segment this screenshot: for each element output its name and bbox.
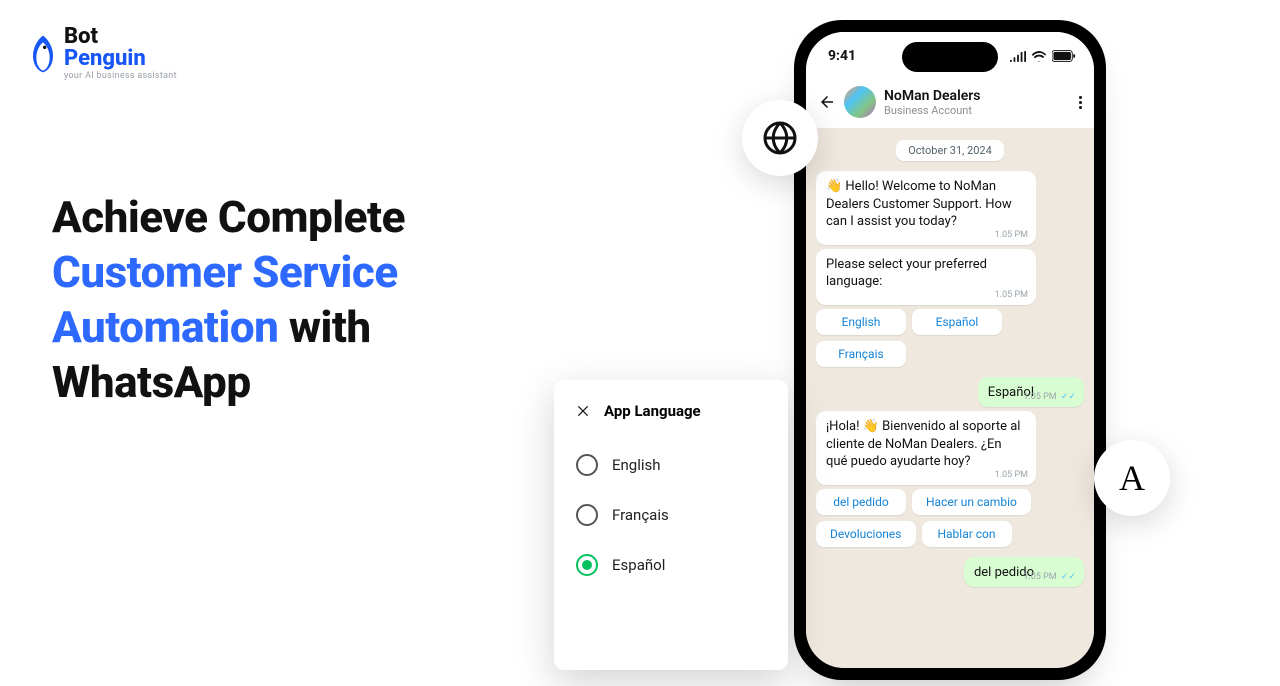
back-icon[interactable] (818, 93, 836, 111)
language-sheet-title: App Language (604, 402, 701, 420)
read-ticks-icon: ✓✓ (1059, 392, 1076, 402)
letter-a-badge: A (1094, 440, 1170, 516)
language-option-label: English (612, 456, 661, 474)
quick-reply-button[interactable]: Hacer un cambio (912, 489, 1031, 515)
letter-a-glyph: A (1119, 457, 1145, 499)
phone-screen: 9:41 NoMan Dealers Business Account Octo… (806, 32, 1094, 668)
language-option-english[interactable]: English (576, 440, 766, 490)
status-time: 9:41 (828, 48, 856, 64)
radio-icon (576, 454, 598, 476)
quick-reply-button[interactable]: del pedido (816, 489, 906, 515)
battery-icon (1052, 50, 1076, 62)
radio-icon (576, 504, 598, 526)
close-icon[interactable] (576, 404, 590, 418)
radio-selected-icon (576, 554, 598, 576)
incoming-message: Please select your preferred language: 1… (816, 249, 1036, 305)
penguin-logo-icon (26, 34, 60, 74)
language-option-label: Español (612, 556, 665, 574)
language-option-francais[interactable]: Français (576, 490, 766, 540)
menu-icon[interactable] (1079, 96, 1082, 109)
quick-reply-row: English Español Français (816, 309, 1084, 367)
signal-icon (1010, 51, 1026, 62)
language-option-espanol[interactable]: Español (576, 540, 766, 590)
chat-subtitle: Business Account (884, 104, 980, 117)
phone-frame: 9:41 NoMan Dealers Business Account Octo… (794, 20, 1106, 680)
chat-title[interactable]: NoMan Dealers (884, 88, 980, 104)
globe-icon (762, 120, 798, 156)
wifi-icon (1031, 51, 1047, 62)
globe-badge (742, 100, 818, 176)
quick-reply-button[interactable]: Devoluciones (816, 521, 916, 547)
phone-notch (902, 42, 998, 72)
quick-reply-button[interactable]: English (816, 309, 906, 335)
chat-pane[interactable]: October 31, 2024 👋 Hello! Welcome to NoM… (806, 128, 1094, 668)
avatar[interactable] (844, 86, 876, 118)
brand-logo: Bot Penguin your AI business assistant (26, 26, 177, 81)
quick-reply-button[interactable]: Français (816, 341, 906, 367)
quick-reply-button[interactable]: Español (912, 309, 1002, 335)
quick-reply-row: del pedido Hacer un cambio Devoluciones … (816, 489, 1084, 547)
chat-header: NoMan Dealers Business Account (806, 80, 1094, 128)
outgoing-message: del pedido 1.05 PM ✓✓ (964, 557, 1084, 588)
page-headline: Achieve Complete Customer Service Automa… (52, 190, 572, 410)
outgoing-message: Español 1.05 PM ✓✓ (978, 377, 1084, 408)
language-sheet: App Language English Français Español (554, 380, 788, 670)
incoming-message: 👋 Hello! Welcome to NoMan Dealers Custom… (816, 171, 1036, 245)
logo-text-bottom: Penguin (64, 46, 146, 71)
read-ticks-icon: ✓✓ (1059, 572, 1076, 582)
language-option-label: Français (612, 506, 669, 524)
incoming-message: ¡Hola! 👋 Bienvenido al soporte al client… (816, 411, 1036, 485)
logo-tagline: your AI business assistant (64, 72, 177, 81)
date-separator: October 31, 2024 (896, 140, 1004, 161)
quick-reply-button[interactable]: Hablar con (922, 521, 1012, 547)
